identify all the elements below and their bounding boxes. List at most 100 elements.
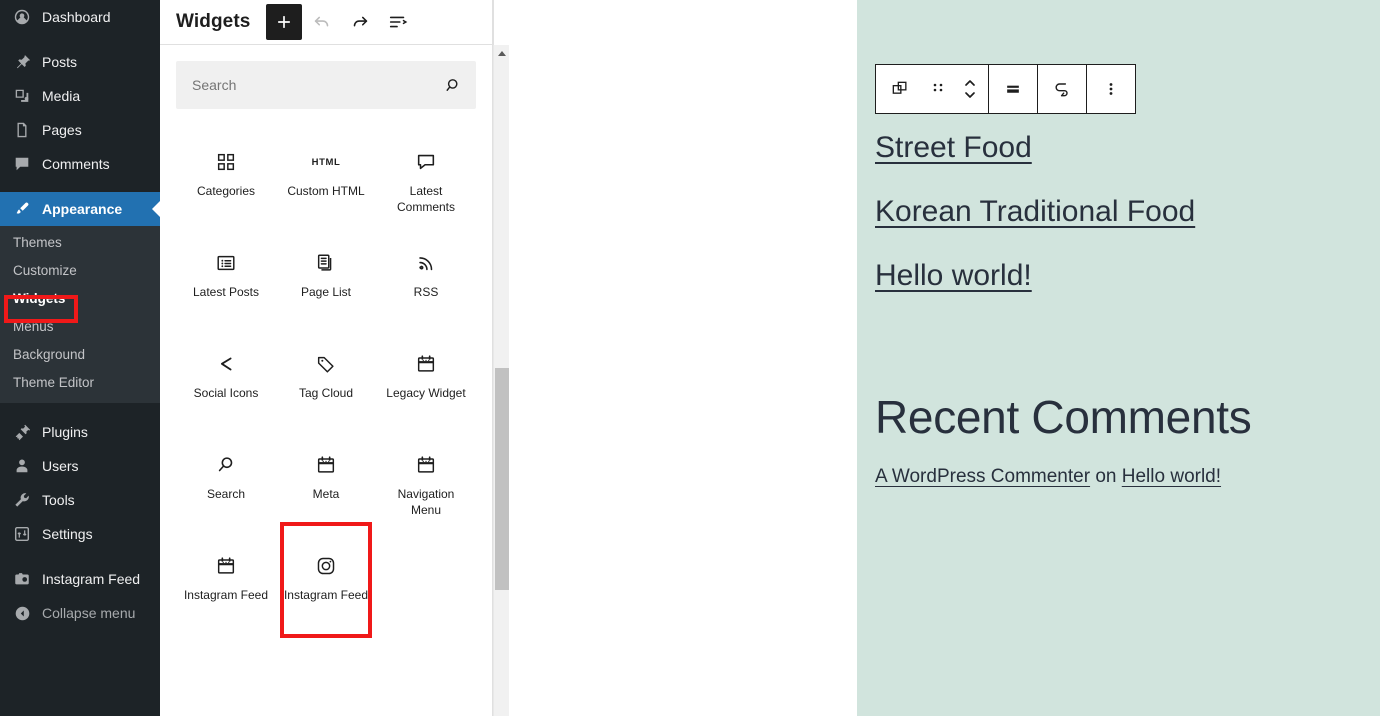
block-item-rss[interactable]: RSS — [376, 228, 476, 329]
list-view-button[interactable] — [380, 4, 416, 40]
submenu-item-theme-editor[interactable]: Theme Editor — [0, 369, 160, 397]
sidebar-item-label: Settings — [42, 526, 93, 542]
recent-posts-list: Street Food Korean Traditional Food Hell… — [875, 130, 1380, 294]
sidebar-item-comments[interactable]: Comments — [0, 147, 160, 181]
block-item-label: Meta — [312, 487, 340, 501]
block-toolbar — [875, 64, 1136, 114]
post-link[interactable]: Street Food — [875, 130, 1032, 166]
comment-post-link[interactable]: Hello world! — [1122, 466, 1221, 487]
block-item-social-icons[interactable]: Social Icons — [176, 329, 276, 430]
dashboard-icon — [11, 7, 33, 27]
block-item-page-list[interactable]: Page List — [276, 228, 376, 329]
sidebar-item-label: Posts — [42, 54, 78, 70]
block-item-navigation-menu[interactable]: Navigation Menu — [376, 430, 476, 531]
block-item-legacy-widget[interactable]: Legacy Widget — [376, 329, 476, 430]
block-item-categories[interactable]: Categories — [176, 127, 276, 228]
instagram-icon — [315, 549, 337, 583]
vertical-dots-icon[interactable] — [1089, 65, 1133, 113]
sidebar-item-tools[interactable]: Tools — [0, 483, 160, 517]
widgets-editor-column: Widgets Search Categories HTML Custom HT… — [160, 0, 493, 716]
sidebar-item-instagram-feed[interactable]: Instagram Feed — [0, 562, 160, 596]
block-item-instagram-feed-legacy[interactable]: Instagram Feed — [176, 531, 276, 632]
recent-comment-item: A WordPress Commenter on Hello world! — [875, 466, 1380, 488]
scrollbar-thumb[interactable] — [495, 368, 509, 590]
undo-button[interactable] — [304, 4, 340, 40]
inserter-scrollbar[interactable] — [493, 45, 509, 716]
block-item-latest-comments[interactable]: Latest Comments — [376, 127, 476, 228]
sidebar-item-label: Users — [42, 458, 79, 474]
sidebar-item-posts[interactable]: Posts — [0, 45, 160, 79]
sidebar-item-users[interactable]: Users — [0, 449, 160, 483]
sidebar-item-appearance[interactable]: Appearance — [0, 192, 160, 226]
drag-dots-icon[interactable] — [922, 65, 954, 113]
chevron-updown-icon[interactable] — [954, 65, 986, 113]
editor-canvas-area[interactable] — [493, 0, 857, 716]
sidebar-item-label: Pages — [42, 122, 82, 138]
comment-connector: on — [1090, 466, 1122, 487]
sidebar-item-settings[interactable]: Settings — [0, 517, 160, 551]
sidebar-item-label: Plugins — [42, 424, 88, 440]
block-toolbar-group-move — [876, 65, 989, 113]
submenu-item-menus[interactable]: Menus — [0, 313, 160, 341]
block-item-latest-posts[interactable]: Latest Posts — [176, 228, 276, 329]
appearance-submenu: Themes Customize Widgets Menus Backgroun… — [0, 226, 160, 403]
page-title: Widgets — [176, 11, 251, 32]
admin-sidebar: Dashboard Posts Media Pages Comments App… — [0, 0, 160, 716]
plugin-icon — [11, 422, 33, 442]
rss-icon — [415, 246, 437, 280]
block-item-label: Instagram Feed — [283, 588, 369, 602]
block-type-button[interactable] — [878, 65, 922, 113]
sidebar-item-label: Appearance — [42, 201, 123, 217]
calendar-icon — [315, 448, 337, 482]
block-item-meta[interactable]: Meta — [276, 430, 376, 531]
submenu-item-background[interactable]: Background — [0, 341, 160, 369]
user-icon — [11, 456, 33, 476]
submenu-item-themes[interactable]: Themes — [0, 229, 160, 257]
comments-icon — [11, 154, 33, 174]
block-toolbar-group-transform — [1038, 65, 1087, 113]
block-item-label: Latest Comments — [396, 184, 455, 214]
search-input[interactable] — [176, 61, 476, 109]
block-item-instagram-feed[interactable]: Instagram Feed — [276, 522, 376, 638]
block-item-search[interactable]: Search — [176, 430, 276, 531]
block-item-label: Search — [206, 487, 246, 501]
recent-comments-title: Recent Comments — [875, 391, 1252, 443]
pages-icon — [11, 120, 33, 140]
media-icon — [11, 86, 33, 106]
calendar-icon — [415, 448, 437, 482]
search-icon[interactable] — [438, 70, 468, 100]
calendar-icon — [215, 549, 237, 583]
search-icon — [215, 448, 237, 482]
speech-bubble-icon — [415, 145, 437, 179]
list-box-icon — [215, 246, 237, 280]
comment-author-link[interactable]: A WordPress Commenter — [875, 466, 1090, 487]
scroll-up-arrow[interactable] — [494, 45, 510, 62]
editor-toolbar: Widgets — [160, 0, 492, 45]
block-toolbar-group-more — [1087, 65, 1135, 113]
redo-button[interactable] — [342, 4, 378, 40]
block-item-label: Latest Posts — [192, 285, 260, 299]
post-link[interactable]: Korean Traditional Food — [875, 194, 1195, 230]
align-icon[interactable] — [991, 65, 1035, 113]
curved-arrow-icon[interactable] — [1040, 65, 1084, 113]
wrench-icon — [11, 490, 33, 510]
block-item-label: Custom HTML — [287, 184, 365, 198]
submenu-item-customize[interactable]: Customize — [0, 257, 160, 285]
sidebar-item-plugins[interactable]: Plugins — [0, 415, 160, 449]
block-item-label: Social Icons — [193, 386, 259, 400]
post-link[interactable]: Hello world! — [875, 258, 1032, 294]
sidebar-item-dashboard[interactable]: Dashboard — [0, 0, 160, 34]
sidebar-item-pages[interactable]: Pages — [0, 113, 160, 147]
collapse-menu-button[interactable]: Collapse menu — [0, 596, 160, 630]
block-item-label: Navigation Menu — [397, 487, 455, 517]
submenu-item-widgets[interactable]: Widgets — [0, 285, 160, 313]
block-item-custom-html[interactable]: HTML Custom HTML — [276, 127, 376, 228]
block-item-tag-cloud[interactable]: Tag Cloud — [276, 329, 376, 430]
search-field-wrapper — [176, 61, 476, 109]
sidebar-item-label: Dashboard — [42, 9, 111, 25]
camera-icon — [11, 569, 33, 589]
add-block-button[interactable] — [266, 4, 303, 40]
sidebar-item-media[interactable]: Media — [0, 79, 160, 113]
grid-4-dots-icon — [215, 145, 237, 179]
calendar-icon — [415, 347, 437, 381]
